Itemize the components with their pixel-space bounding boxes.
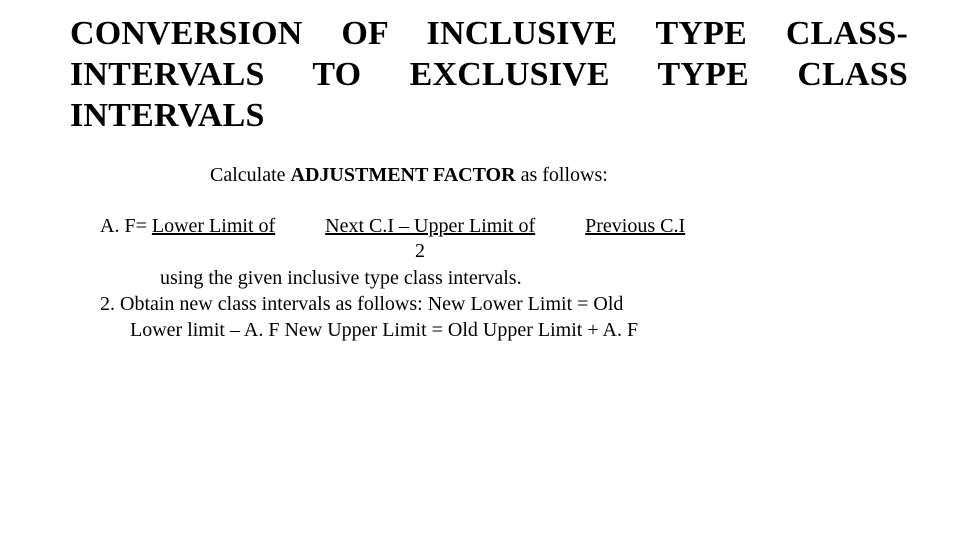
formula-numerator-part3: Previous C.I <box>585 215 685 237</box>
line-step2a: 2. Obtain new class intervals as follows… <box>100 291 908 317</box>
adjustment-factor-formula: A. F= Lower Limit of Next C.I – Upper Li… <box>100 215 908 238</box>
formula-gap2 <box>535 215 585 237</box>
subtitle-bold: ADJUSTMENT FACTOR <box>291 164 516 186</box>
line-using: using the given inclusive type class int… <box>100 265 908 291</box>
formula-denominator: 2 <box>415 240 908 263</box>
subtitle-pre: Calculate <box>210 164 291 186</box>
body-text: using the given inclusive type class int… <box>100 265 908 343</box>
formula-gap1 <box>275 215 325 237</box>
heading-title: CONVERSION OF INCLUSIVE TYPE CLASS-INTER… <box>70 14 908 136</box>
formula-numerator-part1: Lower Limit of <box>152 215 275 237</box>
subtitle: Calculate ADJUSTMENT FACTOR as follows: <box>210 164 908 187</box>
formula-numerator-part2: Next C.I – Upper Limit of <box>325 215 535 237</box>
subtitle-post: as follows: <box>516 164 608 186</box>
line-step2b: Lower limit – A. F New Upper Limit = Old… <box>100 317 908 343</box>
formula-lead: A. F= <box>100 215 152 237</box>
